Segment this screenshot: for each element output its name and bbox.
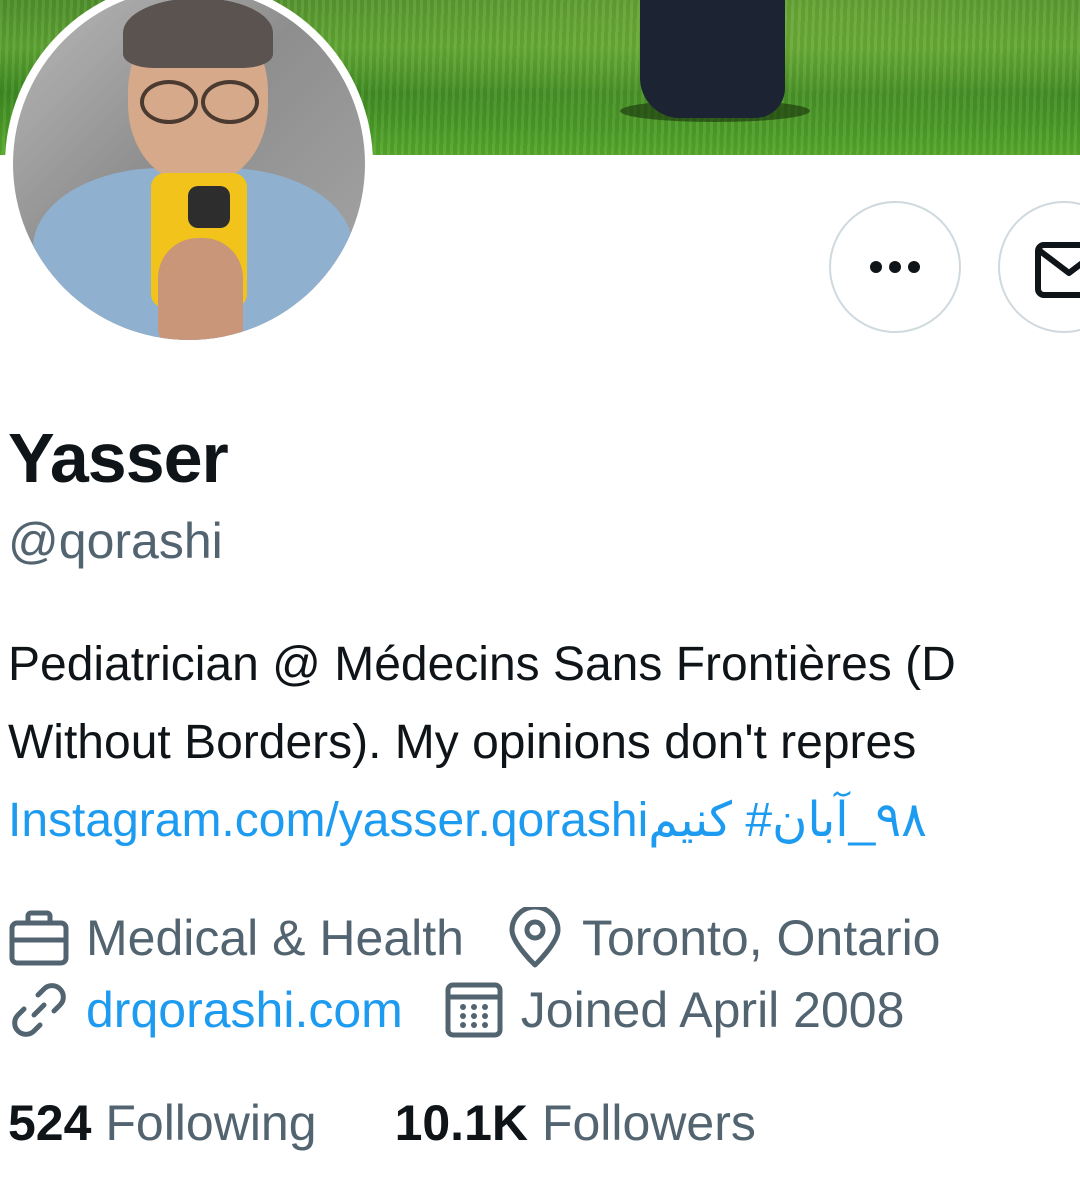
briefcase-icon [9,910,69,966]
avatar-glasses-right [201,80,259,124]
link-icon [12,983,66,1037]
joined-label: Joined April 2008 [520,982,905,1038]
profile-category: Medical & Health [8,907,464,969]
more-button[interactable] [829,201,961,333]
profile-location: Toronto, Ontario [504,907,941,969]
profile-stats: 524 Following 10.1K Followers [8,1094,834,1152]
following-count: 524 [8,1095,92,1151]
profile-bio: Pediatrician @ Médecins Sans Frontières … [8,626,1080,860]
followers-stat[interactable]: 10.1K Followers [395,1094,756,1152]
avatar-hair [123,0,273,68]
profile-avatar[interactable] [5,0,373,348]
bio-line-1: Pediatrician @ Médecins Sans Frontières … [8,638,956,691]
avatar-hand [158,238,243,340]
profile-meta-row-2: drqorashi.com Joined April 2008 [8,978,944,1042]
more-dot [870,261,882,273]
profile-name: Yasser [8,419,229,497]
banner-figure [640,0,785,118]
bio-line-3: Instagram.com/yasser.qorashi ۹۸_آبان# کن… [8,782,1080,860]
calendar-icon [445,982,503,1038]
avatar-glasses-left [140,80,198,124]
profile-website[interactable]: drqorashi.com [8,979,403,1041]
bio-instagram-link[interactable]: Instagram.com/yasser.qorashi [8,794,648,847]
followers-count: 10.1K [394,1095,528,1151]
location-label: Toronto, Ontario [581,910,941,966]
profile-meta-row-1: Medical & Health Toronto, Ontario [8,906,981,970]
following-label: Following [105,1095,317,1151]
avatar-phone-camera [188,186,230,228]
message-button[interactable] [998,201,1080,333]
more-dot [889,261,901,273]
following-stat[interactable]: 524 Following [8,1094,317,1152]
profile-handle: @qorashi [8,513,223,569]
profile-joined: Joined April 2008 [443,979,905,1041]
more-icon [831,203,959,331]
avatar-photo [13,0,365,340]
location-pin-icon [509,907,561,968]
bio-line-2: Without Borders). My opinions don't repr… [8,716,917,769]
bio-hashtag-link[interactable]: ۹۸_آبان# کنیم [648,794,940,847]
website-link[interactable]: drqorashi.com [86,981,403,1039]
category-label: Medical & Health [86,910,464,966]
more-dot [908,261,920,273]
envelope-icon [1035,242,1080,298]
followers-label: Followers [541,1095,756,1151]
